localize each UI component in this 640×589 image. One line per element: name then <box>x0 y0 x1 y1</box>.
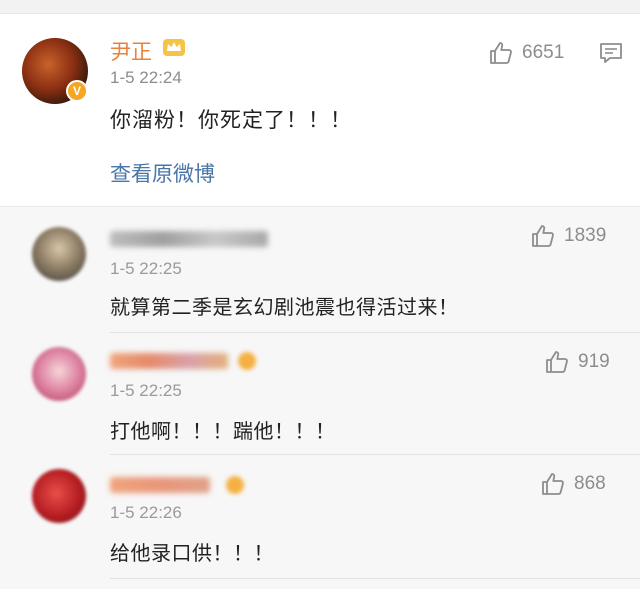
like-button[interactable]: 6651 <box>488 40 564 66</box>
timestamp: 1-5 22:25 <box>110 259 182 278</box>
like-count: 6651 <box>522 42 565 63</box>
main-comment: V 尹正 1-5 22:24 6651 你溜粉！你死定了！！！ 查看原微博 <box>0 14 640 206</box>
list-item: 1-5 22:25 1839 就算第二季是玄幻剧池震也得活过来！ <box>0 207 640 333</box>
thumbs-up-icon <box>490 42 512 64</box>
avatar[interactable] <box>32 469 86 523</box>
badge-icon <box>238 352 256 370</box>
avatar[interactable] <box>32 227 86 281</box>
like-button[interactable]: 868 <box>540 471 606 497</box>
thumbs-up-icon <box>546 351 568 373</box>
username[interactable]: 尹正 <box>110 36 152 66</box>
timestamp: 1-5 22:24 <box>110 68 182 87</box>
divider <box>110 578 640 579</box>
reply-list: 1-5 22:25 1839 就算第二季是玄幻剧池震也得活过来！ 1-5 22:… <box>0 206 640 589</box>
username-blurred[interactable] <box>110 477 210 493</box>
username-blurred[interactable] <box>110 353 228 369</box>
username-blurred[interactable] <box>110 231 268 247</box>
reply-text: 打他啊！！！踹他！！！ <box>110 419 336 443</box>
like-button[interactable]: 1839 <box>530 223 606 249</box>
avatar[interactable] <box>32 347 86 401</box>
verified-badge: V <box>66 80 88 102</box>
timestamp: 1-5 22:26 <box>110 503 182 522</box>
crown-icon <box>163 39 185 56</box>
like-count: 1839 <box>564 225 607 246</box>
list-item: 1-5 22:26 868 给他录口供！！！ <box>0 455 640 589</box>
like-button[interactable]: 919 <box>544 349 610 375</box>
thumbs-up-icon <box>542 473 564 495</box>
thumbs-up-icon <box>532 225 554 247</box>
top-strip <box>0 0 640 14</box>
reply-text: 就算第二季是玄幻剧池震也得活过来！ <box>110 295 459 319</box>
badge-icon <box>226 476 244 494</box>
like-count: 919 <box>578 351 610 372</box>
timestamp: 1-5 22:25 <box>110 381 182 400</box>
comment-icon[interactable] <box>598 40 624 66</box>
list-item: 1-5 22:25 919 打他啊！！！踹他！！！ <box>0 333 640 455</box>
comment-text: 你溜粉！你死定了！！！ <box>110 108 352 132</box>
like-count: 868 <box>574 473 606 494</box>
view-original-link[interactable]: 查看原微博 <box>110 158 215 188</box>
reply-text: 给他录口供！！！ <box>110 541 274 565</box>
